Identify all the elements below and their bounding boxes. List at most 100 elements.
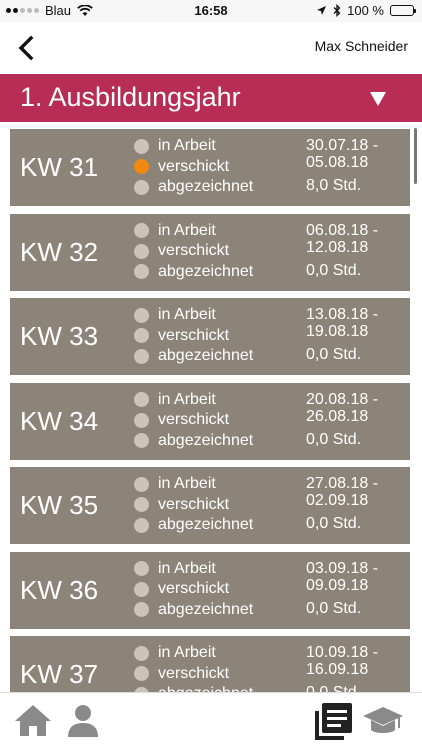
week-list[interactable]: KW 31 in Arbeit verschickt abgezeichnet 30.0…: [0, 122, 422, 692]
back-button[interactable]: [14, 34, 40, 62]
week-date-range: 13.08.18 -19.08.18: [306, 306, 378, 340]
navigation-bar: Max Schneider: [0, 22, 422, 74]
status-label: in Arbeit: [158, 221, 216, 239]
status-label: abgezeichnet: [158, 431, 254, 449]
status-row: verschickt: [134, 157, 253, 178]
week-card[interactable]: KW 37 in Arbeit verschickt abgezeichnet 10.0…: [10, 636, 410, 692]
week-number: KW 31: [20, 152, 99, 182]
status-row: verschickt: [134, 664, 253, 685]
status-indicator-icon: [134, 645, 149, 661]
status-label: verschickt: [158, 495, 230, 513]
status-list: in Arbeit verschickt abgezeichnet: [134, 305, 253, 367]
date-from: 13.08.18 -: [306, 306, 379, 323]
status-indicator-icon: [134, 433, 149, 449]
status-list: in Arbeit verschickt abgezeichnet: [134, 136, 253, 198]
tab-profile[interactable]: [62, 701, 104, 741]
week-date-range: 30.07.18 -05.08.18: [306, 137, 378, 171]
status-row: verschickt: [134, 410, 253, 431]
week-card[interactable]: KW 36 in Arbeit verschickt abgezeichnet 03.0…: [10, 551, 410, 629]
tab-bar: [0, 692, 422, 750]
status-label: abgezeichnet: [158, 347, 254, 365]
status-label: verschickt: [158, 411, 230, 429]
week-date-range: 27.08.18 -02.09.18: [306, 475, 378, 509]
week-number: KW 36: [20, 574, 99, 605]
dropdown-triangle-icon: [370, 92, 386, 106]
status-list: in Arbeit verschickt abgezeichnet: [134, 559, 253, 621]
status-row: abgezeichnet: [134, 431, 253, 452]
status-label: verschickt: [158, 157, 230, 175]
status-label: in Arbeit: [158, 559, 216, 577]
status-row: in Arbeit: [134, 474, 253, 495]
status-row: in Arbeit: [134, 136, 253, 157]
date-to: 02.09.18: [306, 492, 369, 509]
week-card[interactable]: KW 34 in Arbeit verschickt abgezeichnet 20.0…: [10, 382, 410, 460]
week-card[interactable]: KW 35 in Arbeit verschickt abgezeichnet 27.0…: [10, 467, 410, 544]
status-list: in Arbeit verschickt abgezeichnet: [134, 643, 253, 692]
status-indicator-icon: [134, 159, 149, 175]
status-indicator-icon: [134, 307, 149, 323]
tab-education[interactable]: [362, 701, 404, 741]
date-to: 05.08.18: [306, 154, 369, 171]
status-indicator-icon: [134, 412, 149, 428]
week-hours: 0,0 Std.: [306, 261, 362, 279]
status-indicator-icon: [134, 223, 149, 239]
week-card[interactable]: KW 31 in Arbeit verschickt abgezeichnet 30.0…: [10, 129, 410, 206]
status-list: in Arbeit verschickt abgezeichnet: [134, 474, 253, 536]
status-row: in Arbeit: [134, 390, 253, 411]
date-from: 27.08.18 -: [306, 475, 379, 492]
training-year-selector[interactable]: 1. Ausbildungsjahr: [0, 74, 422, 122]
status-label: abgezeichnet: [158, 178, 254, 196]
status-indicator-icon: [134, 264, 149, 280]
status-row: verschickt: [134, 495, 253, 516]
status-row: abgezeichnet: [134, 684, 253, 692]
status-indicator-icon: [134, 666, 149, 682]
status-bar: Blau 16:58 100 %: [0, 0, 422, 22]
status-indicator-icon: [134, 138, 149, 154]
status-row: verschickt: [134, 326, 253, 347]
week-number: KW 35: [20, 490, 99, 520]
week-hours: 0,0 Std.: [306, 346, 362, 363]
week-date-range: 06.08.18 -12.08.18: [306, 222, 378, 256]
battery-percent: 100 %: [347, 3, 384, 18]
status-label: verschickt: [158, 580, 230, 598]
status-row: in Arbeit: [134, 305, 253, 326]
status-label: verschickt: [158, 664, 230, 682]
week-date-range: 10.09.18 -16.09.18: [306, 644, 378, 678]
tab-reports[interactable]: [312, 701, 354, 741]
week-card[interactable]: KW 32 in Arbeit verschickt abgezeichnet 06.0…: [10, 213, 410, 291]
date-to: 16.09.18: [306, 661, 369, 678]
status-row: verschickt: [134, 579, 253, 600]
status-label: in Arbeit: [158, 137, 216, 155]
status-indicator-icon: [134, 328, 149, 344]
date-from: 10.09.18 -: [306, 644, 379, 661]
bluetooth-icon: [333, 4, 341, 17]
status-row: abgezeichnet: [134, 600, 253, 621]
week-hours: 0,0 Std.: [306, 684, 361, 692]
week-hours: 0,0 Std.: [306, 599, 362, 617]
status-row: in Arbeit: [134, 559, 253, 580]
status-list: in Arbeit verschickt abgezeichnet: [134, 221, 253, 283]
home-icon: [15, 705, 51, 736]
date-from: 03.09.18 -: [306, 559, 379, 577]
week-hours: 0,0 Std.: [306, 515, 362, 532]
status-label: in Arbeit: [158, 475, 216, 493]
week-number: KW 37: [20, 659, 99, 689]
week-card[interactable]: KW 33 in Arbeit verschickt abgezeichnet 13.0…: [10, 298, 410, 375]
status-label: abgezeichnet: [158, 600, 254, 618]
week-hours: 8,0 Std.: [306, 177, 362, 194]
status-list: in Arbeit verschickt abgezeichnet: [134, 390, 253, 452]
scrollbar[interactable]: [414, 128, 417, 184]
week-number: KW 33: [20, 321, 99, 351]
date-from: 06.08.18 -: [306, 221, 379, 239]
status-indicator-icon: [134, 392, 149, 408]
status-label: abgezeichnet: [158, 262, 254, 280]
graduation-cap-icon: [363, 707, 403, 733]
status-indicator-icon: [134, 561, 149, 577]
status-row: abgezeichnet: [134, 177, 253, 198]
tab-home[interactable]: [12, 701, 54, 741]
status-label: in Arbeit: [158, 644, 216, 662]
status-row: verschickt: [134, 241, 253, 262]
status-label: verschickt: [158, 242, 230, 260]
status-indicator-icon: [134, 348, 149, 364]
reports-icon: [315, 703, 352, 740]
